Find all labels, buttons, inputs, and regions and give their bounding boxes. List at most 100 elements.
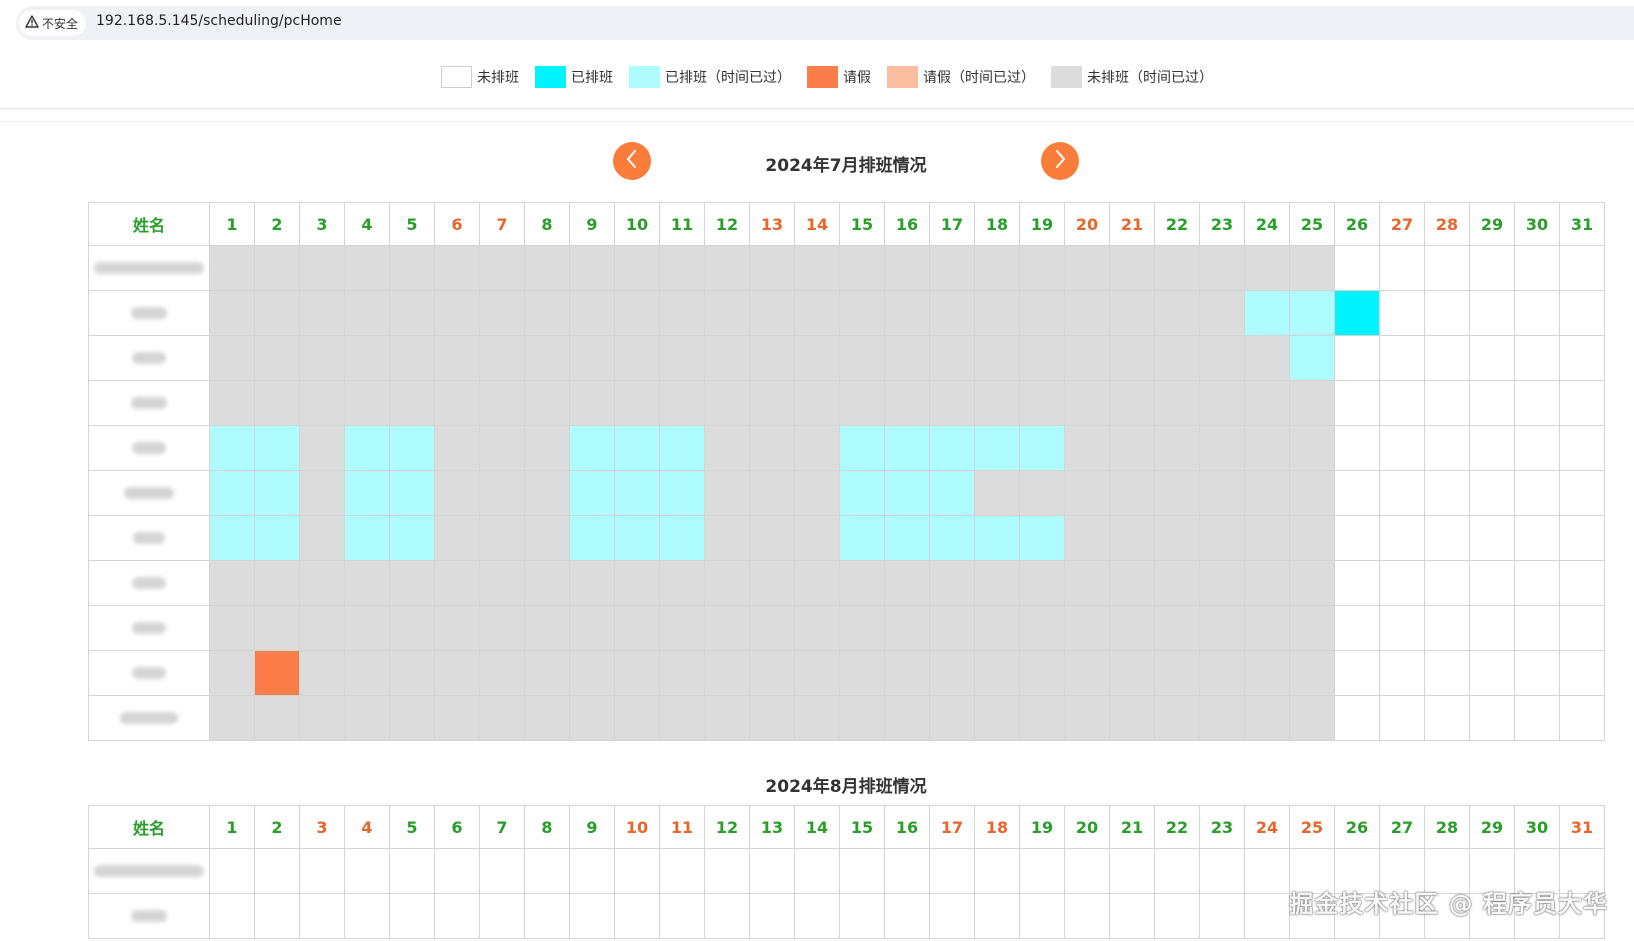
schedule-cell[interactable]	[1154, 515, 1200, 561]
schedule-cell[interactable]	[389, 515, 435, 561]
schedule-cell[interactable]	[704, 290, 750, 336]
schedule-cell[interactable]	[704, 335, 750, 381]
schedule-cell[interactable]	[1334, 695, 1380, 741]
schedule-cell[interactable]	[1334, 470, 1380, 516]
schedule-cell[interactable]	[749, 470, 795, 516]
schedule-cell[interactable]	[794, 605, 840, 651]
schedule-cell[interactable]	[1469, 290, 1515, 336]
schedule-cell[interactable]	[1469, 380, 1515, 426]
schedule-cell[interactable]	[929, 290, 975, 336]
schedule-cell[interactable]	[794, 380, 840, 426]
schedule-cell[interactable]	[1469, 560, 1515, 606]
schedule-cell[interactable]	[1424, 335, 1470, 381]
schedule-cell[interactable]	[1334, 515, 1380, 561]
schedule-cell[interactable]	[884, 470, 930, 516]
schedule-cell[interactable]	[524, 650, 570, 696]
schedule-cell[interactable]	[1514, 245, 1560, 291]
schedule-cell[interactable]	[209, 380, 255, 426]
schedule-cell[interactable]	[1469, 470, 1515, 516]
schedule-cell[interactable]	[614, 560, 660, 606]
schedule-cell[interactable]	[974, 515, 1020, 561]
schedule-cell[interactable]	[884, 245, 930, 291]
schedule-cell[interactable]	[794, 290, 840, 336]
schedule-cell[interactable]	[974, 380, 1020, 426]
schedule-cell[interactable]	[974, 290, 1020, 336]
schedule-cell[interactable]	[1514, 425, 1560, 471]
schedule-cell[interactable]	[749, 893, 795, 939]
schedule-cell[interactable]	[1019, 425, 1065, 471]
schedule-cell[interactable]	[749, 848, 795, 894]
schedule-cell[interactable]	[1559, 470, 1605, 516]
schedule-cell[interactable]	[1424, 605, 1470, 651]
schedule-cell[interactable]	[1199, 335, 1245, 381]
schedule-cell[interactable]	[1289, 605, 1335, 651]
schedule-cell[interactable]	[434, 650, 480, 696]
schedule-cell[interactable]	[929, 650, 975, 696]
schedule-cell[interactable]	[614, 290, 660, 336]
schedule-cell[interactable]	[974, 650, 1020, 696]
schedule-cell[interactable]	[1559, 380, 1605, 426]
schedule-cell[interactable]	[1064, 245, 1110, 291]
schedule-cell[interactable]	[254, 290, 300, 336]
schedule-cell[interactable]	[929, 245, 975, 291]
schedule-cell[interactable]	[614, 380, 660, 426]
schedule-cell[interactable]	[524, 605, 570, 651]
schedule-cell[interactable]	[1019, 560, 1065, 606]
schedule-cell[interactable]	[839, 560, 885, 606]
schedule-cell[interactable]	[1019, 848, 1065, 894]
schedule-cell[interactable]	[794, 470, 840, 516]
schedule-cell[interactable]	[1289, 245, 1335, 291]
schedule-cell[interactable]	[929, 695, 975, 741]
schedule-cell[interactable]	[209, 425, 255, 471]
schedule-cell[interactable]	[524, 290, 570, 336]
schedule-cell[interactable]	[1379, 560, 1425, 606]
schedule-cell[interactable]	[659, 893, 705, 939]
schedule-cell[interactable]	[344, 290, 390, 336]
schedule-cell[interactable]	[929, 515, 975, 561]
schedule-cell[interactable]	[569, 470, 615, 516]
schedule-cell[interactable]	[344, 560, 390, 606]
schedule-cell[interactable]	[299, 848, 345, 894]
schedule-cell[interactable]	[794, 425, 840, 471]
schedule-cell[interactable]	[839, 695, 885, 741]
schedule-cell[interactable]	[479, 605, 525, 651]
schedule-cell[interactable]	[839, 893, 885, 939]
schedule-cell[interactable]	[569, 560, 615, 606]
schedule-cell[interactable]	[1199, 380, 1245, 426]
schedule-cell[interactable]	[1109, 848, 1155, 894]
schedule-cell[interactable]	[1424, 515, 1470, 561]
schedule-cell[interactable]	[1379, 380, 1425, 426]
schedule-cell[interactable]	[1244, 290, 1290, 336]
schedule-cell[interactable]	[749, 380, 795, 426]
schedule-cell[interactable]	[434, 290, 480, 336]
schedule-cell[interactable]	[1379, 470, 1425, 516]
schedule-cell[interactable]	[1289, 470, 1335, 516]
schedule-cell[interactable]	[1379, 245, 1425, 291]
schedule-cell[interactable]	[299, 560, 345, 606]
schedule-cell[interactable]	[794, 650, 840, 696]
schedule-cell[interactable]	[434, 245, 480, 291]
schedule-cell[interactable]	[704, 560, 750, 606]
schedule-cell[interactable]	[794, 848, 840, 894]
schedule-cell[interactable]	[974, 335, 1020, 381]
schedule-cell[interactable]	[254, 335, 300, 381]
schedule-cell[interactable]	[659, 560, 705, 606]
schedule-cell[interactable]	[659, 380, 705, 426]
schedule-cell[interactable]	[1514, 515, 1560, 561]
schedule-cell[interactable]	[299, 290, 345, 336]
schedule-cell[interactable]	[1334, 560, 1380, 606]
schedule-cell[interactable]	[254, 650, 300, 696]
schedule-cell[interactable]	[1244, 380, 1290, 426]
schedule-cell[interactable]	[299, 893, 345, 939]
schedule-cell[interactable]	[974, 245, 1020, 291]
schedule-cell[interactable]	[1109, 425, 1155, 471]
schedule-cell[interactable]	[1514, 650, 1560, 696]
schedule-cell[interactable]	[1109, 290, 1155, 336]
schedule-cell[interactable]	[479, 335, 525, 381]
schedule-cell[interactable]	[1154, 470, 1200, 516]
schedule-cell[interactable]	[1154, 848, 1200, 894]
schedule-cell[interactable]	[1154, 695, 1200, 741]
schedule-cell[interactable]	[344, 695, 390, 741]
schedule-cell[interactable]	[1334, 245, 1380, 291]
schedule-cell[interactable]	[1514, 290, 1560, 336]
